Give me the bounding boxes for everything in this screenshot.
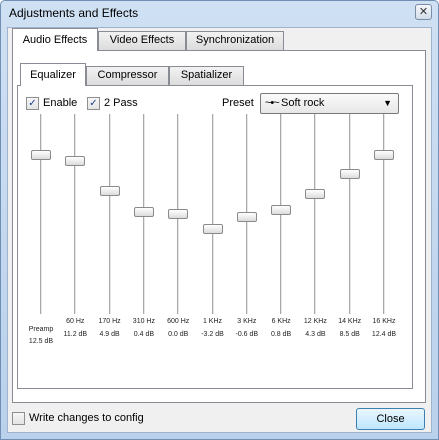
preset-value: Soft rock bbox=[281, 97, 325, 109]
two-pass-checkbox[interactable]: ✓ bbox=[87, 97, 100, 110]
slider-thumb[interactable] bbox=[99, 185, 120, 196]
enable-checkbox[interactable]: ✓ bbox=[26, 97, 39, 110]
subtab-equalizer[interactable]: Equalizer bbox=[20, 63, 86, 86]
preamp-value: 12.5 dB bbox=[28, 338, 54, 345]
tab-audio-effects[interactable]: Audio Effects bbox=[12, 28, 98, 51]
preset-dropdown[interactable]: ~•~ Soft rock ▼ bbox=[260, 93, 399, 114]
slider-thumb[interactable] bbox=[339, 168, 360, 179]
slider-thumb[interactable] bbox=[374, 150, 394, 161]
slider-track[interactable] bbox=[211, 114, 215, 314]
slider-thumb[interactable] bbox=[236, 211, 257, 222]
equalizer-panel: ✓ Enable ✓ 2 Pass Preset ~•~ Soft rock ▼… bbox=[17, 85, 413, 389]
window-close-icon[interactable]: ✕ bbox=[415, 4, 432, 20]
slider-thumb[interactable] bbox=[133, 207, 154, 218]
slider-thumb[interactable] bbox=[65, 155, 86, 166]
two-pass-label: 2 Pass bbox=[104, 97, 138, 109]
slider-track[interactable] bbox=[108, 114, 112, 314]
slider-thumb[interactable] bbox=[202, 224, 223, 235]
subtab-compressor[interactable]: Compressor bbox=[86, 66, 169, 85]
tab-video-effects[interactable]: Video Effects bbox=[98, 31, 186, 50]
slider-track[interactable] bbox=[40, 114, 43, 314]
slider-track[interactable] bbox=[74, 114, 78, 314]
slider-thumb[interactable] bbox=[271, 205, 292, 216]
slider-track[interactable] bbox=[383, 114, 386, 314]
title-bar[interactable]: Adjustments and Effects ✕ bbox=[1, 1, 438, 27]
audio-effects-panel: Equalizer Compressor Spatializer ✓ Enabl… bbox=[12, 50, 426, 403]
tab-synchronization[interactable]: Synchronization bbox=[186, 31, 284, 50]
band-value-label: 12.4 dB bbox=[371, 331, 397, 338]
band-frequency-label: 16 KHz bbox=[372, 318, 396, 325]
slider-thumb[interactable] bbox=[305, 188, 326, 199]
write-config-checkbox[interactable] bbox=[12, 412, 25, 425]
preset-curve-icon: ~•~ bbox=[265, 97, 280, 109]
slider-track[interactable] bbox=[314, 114, 318, 314]
chevron-down-icon: ▼ bbox=[383, 98, 392, 108]
adjustments-window: Adjustments and Effects ✕ Audio Effects … bbox=[0, 0, 439, 440]
slider-track[interactable] bbox=[348, 114, 352, 314]
preset-label: Preset bbox=[222, 97, 254, 109]
client-area: Audio Effects Video Effects Synchronizat… bbox=[7, 27, 432, 433]
slider-thumb[interactable] bbox=[168, 209, 189, 219]
slider-thumb[interactable] bbox=[31, 149, 51, 160]
close-button[interactable]: Close bbox=[356, 408, 425, 430]
subtab-spatializer[interactable]: Spatializer bbox=[169, 66, 244, 85]
write-config-label: Write changes to config bbox=[29, 412, 144, 424]
enable-label: Enable bbox=[43, 97, 78, 109]
window-title: Adjustments and Effects bbox=[9, 6, 139, 20]
